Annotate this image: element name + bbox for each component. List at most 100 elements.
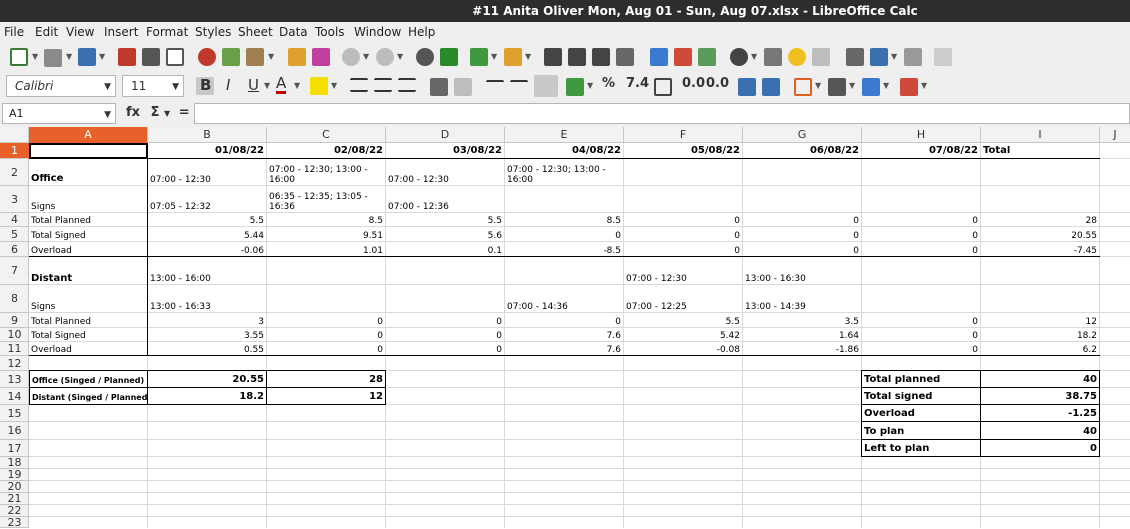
column-header-c[interactable]: C <box>267 127 386 143</box>
row-header-13[interactable]: 13 <box>0 371 29 388</box>
print-preview-icon[interactable] <box>166 48 184 66</box>
border-color-dropdown-icon[interactable]: ▼ <box>883 81 889 90</box>
new-dropdown-icon[interactable]: ▼ <box>32 52 38 61</box>
show-draw-functions-icon[interactable] <box>934 48 952 66</box>
row-header-11[interactable]: 11 <box>0 342 29 356</box>
copy-icon[interactable] <box>222 48 240 66</box>
row-header-15[interactable]: 15 <box>0 405 29 422</box>
menu-format[interactable]: Format <box>146 25 188 39</box>
menu-insert[interactable]: Insert <box>104 25 138 39</box>
header-footer-icon[interactable] <box>812 48 830 66</box>
special-character-dropdown-icon[interactable]: ▼ <box>751 52 757 61</box>
menu-data[interactable]: Data <box>279 25 308 39</box>
row-header-10[interactable]: 10 <box>0 328 29 342</box>
row-header-16[interactable]: 16 <box>0 422 29 440</box>
column-header-f[interactable]: F <box>624 127 743 143</box>
highlighting-dropdown-icon[interactable]: ▼ <box>331 81 337 90</box>
sum-dropdown-icon[interactable]: ▼ <box>164 109 170 118</box>
borders-dropdown-icon[interactable]: ▼ <box>815 81 821 90</box>
formula-equals-icon[interactable]: = <box>179 105 190 120</box>
open-dropdown-icon[interactable]: ▼ <box>66 52 72 61</box>
sort-icon[interactable] <box>544 48 562 66</box>
print-icon[interactable] <box>142 48 160 66</box>
italic-icon[interactable]: I <box>226 76 230 94</box>
number-format-icon[interactable]: 7.4 <box>626 76 649 91</box>
conditional-format-dropdown-icon[interactable]: ▼ <box>921 81 927 90</box>
column-header-e[interactable]: E <box>505 127 624 143</box>
row-header-23[interactable]: 23 <box>0 516 29 529</box>
increase-indent-icon[interactable] <box>738 78 756 96</box>
font-color-icon[interactable]: A <box>276 75 287 94</box>
menu-help[interactable]: Help <box>408 25 435 39</box>
column-header-h[interactable]: H <box>862 127 981 143</box>
select-all-corner[interactable] <box>0 127 29 143</box>
align-right-icon[interactable] <box>398 78 416 92</box>
row-header-5[interactable]: 5 <box>0 227 29 242</box>
row-header-14[interactable]: 14 <box>0 388 29 405</box>
menu-styles[interactable]: Styles <box>195 25 231 39</box>
border-color-icon[interactable] <box>862 78 880 96</box>
redo-icon[interactable] <box>376 48 394 66</box>
underline-icon[interactable]: U <box>248 76 259 94</box>
font-name-box[interactable]: Calibri ▼ <box>6 75 116 97</box>
active-cell-cursor[interactable] <box>29 143 148 159</box>
formula-input[interactable] <box>194 103 1130 124</box>
column-dropdown-icon[interactable]: ▼ <box>525 52 531 61</box>
insert-chart-icon[interactable] <box>674 48 692 66</box>
row-header-2[interactable]: 2 <box>0 159 29 186</box>
row-header-17[interactable]: 17 <box>0 440 29 457</box>
sum-icon[interactable]: Σ <box>151 105 160 120</box>
center-vertically-icon[interactable] <box>510 80 528 90</box>
row-header-4[interactable]: 4 <box>0 213 29 227</box>
menu-view[interactable]: View <box>66 25 94 39</box>
menu-window[interactable]: Window <box>354 25 401 39</box>
row-dropdown-icon[interactable]: ▼ <box>491 52 497 61</box>
percent-format-icon[interactable]: % <box>602 76 615 91</box>
insert-image-icon[interactable] <box>650 48 668 66</box>
column-header-g[interactable]: G <box>743 127 862 143</box>
align-top-icon[interactable] <box>486 80 504 90</box>
menu-file[interactable]: File <box>4 25 24 39</box>
font-color-dropdown-icon[interactable]: ▼ <box>294 81 300 90</box>
align-bottom-icon[interactable] <box>534 75 558 97</box>
special-character-icon[interactable] <box>730 48 748 66</box>
add-decimal-icon[interactable]: 0.0 <box>682 76 705 91</box>
highlighting-color-icon[interactable] <box>310 77 328 95</box>
menu-edit[interactable]: Edit <box>35 25 58 39</box>
column-header-d[interactable]: D <box>386 127 505 143</box>
export-pdf-icon[interactable] <box>118 48 136 66</box>
column-icon[interactable] <box>504 48 522 66</box>
find-replace-icon[interactable] <box>416 48 434 66</box>
border-style-icon[interactable] <box>828 78 846 96</box>
row-header-9[interactable]: 9 <box>0 313 29 328</box>
column-header-j[interactable]: J <box>1100 127 1130 143</box>
chevron-down-icon[interactable]: ▼ <box>104 110 111 120</box>
cut-icon[interactable] <box>198 48 216 66</box>
font-size-box[interactable]: 11 ▼ <box>122 75 184 97</box>
name-box[interactable]: A1 ▼ <box>2 103 116 124</box>
column-header-b[interactable]: B <box>148 127 267 143</box>
menu-sheet[interactable]: Sheet <box>238 25 273 39</box>
row-header-6[interactable]: 6 <box>0 242 29 257</box>
align-left-icon[interactable] <box>350 78 368 92</box>
row-header-8[interactable]: 8 <box>0 285 29 313</box>
new-document-icon[interactable] <box>10 48 28 66</box>
spelling-icon[interactable] <box>440 48 458 66</box>
chevron-down-icon[interactable]: ▼ <box>104 82 111 92</box>
row-header-7[interactable]: 7 <box>0 257 29 285</box>
pivot-table-icon[interactable] <box>698 48 716 66</box>
underline-dropdown-icon[interactable]: ▼ <box>264 81 270 90</box>
merge-center-icon[interactable] <box>454 78 472 96</box>
sort-ascending-icon[interactable] <box>568 48 586 66</box>
save-icon[interactable] <box>78 48 96 66</box>
column-header-i[interactable]: I <box>981 127 1100 143</box>
split-window-icon[interactable] <box>904 48 922 66</box>
undo-dropdown-icon[interactable]: ▼ <box>363 52 369 61</box>
freeze-dropdown-icon[interactable]: ▼ <box>891 52 897 61</box>
row-icon[interactable] <box>470 48 488 66</box>
undo-icon[interactable] <box>342 48 360 66</box>
decrease-indent-icon[interactable] <box>762 78 780 96</box>
column-header-a[interactable]: A <box>29 127 148 143</box>
function-wizard-icon[interactable]: fx <box>126 105 140 120</box>
conditional-format-icon[interactable] <box>900 78 918 96</box>
